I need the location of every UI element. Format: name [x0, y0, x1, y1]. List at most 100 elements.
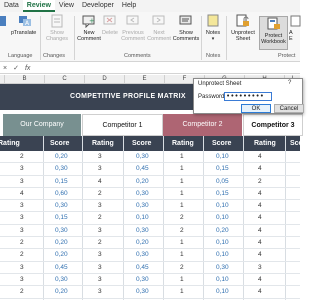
score-cell[interactable]: 0,45 [55, 264, 68, 271]
rating-cell[interactable]: 4 [258, 239, 262, 246]
next-comment-button[interactable]: Next Comment [144, 14, 174, 42]
score-cell[interactable]: 0,30 [216, 264, 229, 271]
score-cell[interactable]: 0,30 [55, 227, 68, 234]
show-comments-button[interactable]: Show Comments [171, 14, 201, 42]
score-cell[interactable]: 0,10 [136, 214, 149, 221]
enter-icon[interactable]: ✓ [10, 64, 22, 72]
rating-cell[interactable]: 4 [258, 251, 262, 258]
column-header[interactable]: E [124, 75, 164, 84]
tab-data[interactable]: Data [0, 0, 23, 12]
translate-button[interactable]: A Translate [10, 14, 40, 36]
rating-cell[interactable]: 2 [98, 214, 102, 221]
notes-button[interactable]: Notes ▾ [202, 14, 224, 42]
score-cell[interactable]: 0,20 [55, 153, 68, 160]
tab-review[interactable]: Review [22, 0, 55, 12]
rating-cell[interactable]: 2 [20, 288, 24, 295]
rating-cell[interactable]: 4 [258, 276, 262, 283]
score-cell[interactable]: 0,30 [55, 202, 68, 209]
score-cell[interactable]: 0,10 [216, 276, 229, 283]
column-header[interactable]: C [44, 75, 84, 84]
score-cell[interactable]: 0,15 [55, 214, 68, 221]
score-cell[interactable]: 0,10 [216, 202, 229, 209]
show-changes-button[interactable]: Show Changes [42, 14, 72, 42]
score-cell[interactable]: 0,20 [216, 227, 229, 234]
partial-right-button[interactable]: A E [289, 14, 303, 42]
cancel-button[interactable]: Cancel [274, 104, 304, 113]
rating-cell[interactable]: 3 [20, 276, 24, 283]
rating-cell[interactable]: 3 [98, 251, 102, 258]
rating-cell[interactable]: 4 [258, 165, 262, 172]
score-cell[interactable]: 0,10 [216, 153, 229, 160]
function-icon[interactable]: fx [22, 65, 33, 72]
rating-cell[interactable]: 2 [180, 227, 184, 234]
score-cell[interactable]: 0,30 [136, 276, 149, 283]
score-cell[interactable]: 0,20 [136, 178, 149, 185]
rating-cell[interactable]: 1 [180, 153, 184, 160]
score-cell[interactable]: 0,60 [55, 190, 68, 197]
rating-cell[interactable]: 2 [20, 239, 24, 246]
tab-help[interactable]: Help [118, 0, 140, 12]
rating-cell[interactable]: 3 [258, 264, 262, 271]
score-cell[interactable]: 0,05 [216, 178, 229, 185]
score-cell[interactable]: 0,45 [136, 264, 149, 271]
rating-cell[interactable]: 4 [258, 153, 262, 160]
rating-cell[interactable]: 3 [20, 202, 24, 209]
unprotect-sheet-button[interactable]: Unprotect Sheet [228, 14, 258, 42]
score-cell[interactable]: 0,30 [55, 165, 68, 172]
rating-cell[interactable]: 2 [20, 251, 24, 258]
rating-cell[interactable]: 2 [98, 239, 102, 246]
rating-cell[interactable]: 1 [180, 190, 184, 197]
rating-cell[interactable]: 1 [180, 288, 184, 295]
score-cell[interactable]: 0,30 [136, 288, 149, 295]
score-cell[interactable]: 0,10 [216, 214, 229, 221]
password-field[interactable]: ••••••••• [224, 92, 272, 101]
tab-developer[interactable]: Developer [78, 0, 118, 12]
rating-cell[interactable]: 4 [98, 178, 102, 185]
rating-cell[interactable]: 2 [180, 264, 184, 271]
ok-button[interactable]: OK [241, 104, 271, 113]
score-cell[interactable]: 0,30 [136, 153, 149, 160]
rating-cell[interactable]: 3 [98, 276, 102, 283]
score-cell[interactable]: 0,45 [136, 165, 149, 172]
tab-view[interactable]: View [55, 0, 78, 12]
rating-cell[interactable]: 3 [20, 264, 24, 271]
score-cell[interactable]: 0,20 [55, 251, 68, 258]
cancel-icon[interactable]: × [0, 65, 10, 72]
rating-cell[interactable]: 4 [258, 214, 262, 221]
formula-bar[interactable]: × ✓ fx [0, 63, 300, 74]
rating-cell[interactable]: 3 [20, 227, 24, 234]
rating-cell[interactable]: 3 [20, 178, 24, 185]
rating-cell[interactable]: 3 [98, 202, 102, 209]
protect-workbook-button[interactable]: Protect Workbook [259, 16, 288, 50]
column-header[interactable]: B [4, 75, 44, 84]
rating-cell[interactable]: 2 [98, 190, 102, 197]
rating-cell[interactable]: 1 [180, 239, 184, 246]
score-cell[interactable]: 0,30 [136, 202, 149, 209]
rating-cell[interactable]: 3 [98, 288, 102, 295]
score-cell[interactable]: 0,15 [55, 178, 68, 185]
score-cell[interactable]: 0,20 [55, 288, 68, 295]
help-icon[interactable]: ? [288, 80, 291, 86]
score-cell[interactable]: 0,10 [216, 288, 229, 295]
rating-cell[interactable]: 3 [20, 165, 24, 172]
score-cell[interactable]: 0,20 [55, 239, 68, 246]
score-cell[interactable]: 0,20 [136, 239, 149, 246]
rating-cell[interactable]: 4 [258, 288, 262, 295]
rating-cell[interactable]: 1 [180, 251, 184, 258]
rating-cell[interactable]: 2 [258, 178, 262, 185]
rating-cell[interactable]: 4 [258, 202, 262, 209]
rating-cell[interactable]: 4 [258, 227, 262, 234]
rating-cell[interactable]: 2 [20, 153, 24, 160]
score-cell[interactable]: 0,15 [216, 165, 229, 172]
rating-cell[interactable]: 3 [98, 153, 102, 160]
score-cell[interactable]: 0,10 [216, 239, 229, 246]
rating-cell[interactable]: 1 [180, 202, 184, 209]
score-cell[interactable]: 0,30 [136, 190, 149, 197]
rating-cell[interactable]: 2 [180, 214, 184, 221]
column-header[interactable]: D [84, 75, 124, 84]
score-cell[interactable]: 0,10 [216, 251, 229, 258]
score-cell[interactable]: 0,15 [216, 190, 229, 197]
rating-cell[interactable]: 3 [98, 264, 102, 271]
rating-cell[interactable]: 1 [180, 178, 184, 185]
rating-cell[interactable]: 3 [98, 165, 102, 172]
